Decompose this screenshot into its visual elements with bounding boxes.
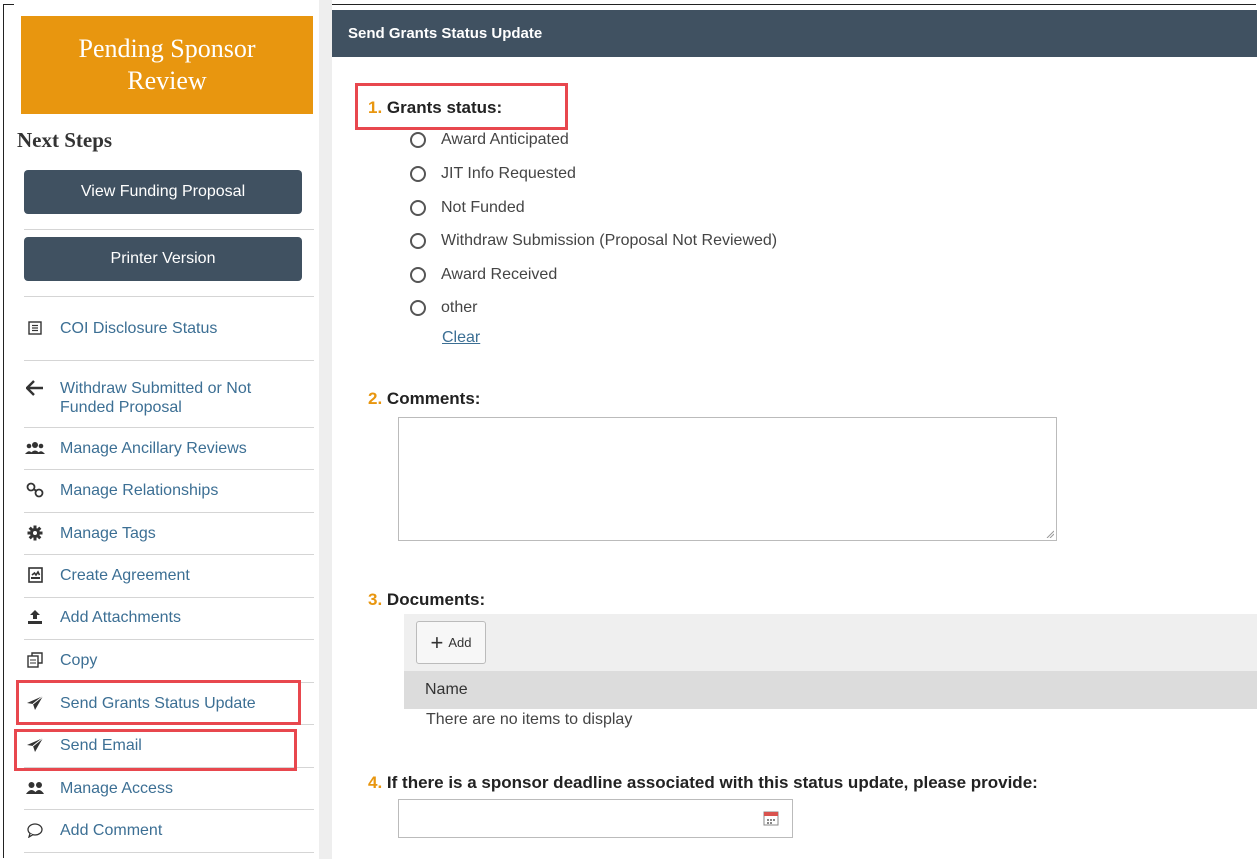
question-number: 2. bbox=[368, 389, 383, 408]
sidebar-item-label: Copy bbox=[60, 651, 98, 669]
comments-textarea[interactable] bbox=[398, 417, 1057, 541]
question-number: 3. bbox=[368, 590, 383, 609]
sidebar-item-label: Manage Tags bbox=[60, 524, 156, 542]
users-icon bbox=[24, 441, 46, 455]
question-number: 4. bbox=[368, 773, 383, 792]
gear-icon bbox=[24, 525, 46, 541]
sidebar-item-add-comment[interactable]: Add Comment bbox=[24, 818, 314, 842]
resize-grip-icon[interactable] bbox=[1046, 530, 1054, 538]
panel-divider bbox=[319, 0, 332, 859]
question-text: If there is a sponsor deadline associate… bbox=[386, 773, 1038, 792]
column-name: Name bbox=[425, 681, 468, 698]
sidebar-item-manage-access[interactable]: Manage Access bbox=[24, 776, 314, 800]
radio-label: Not Funded bbox=[441, 199, 525, 216]
arrow-left-icon bbox=[24, 380, 46, 396]
sidebar-item-coi-disclosure-status[interactable]: COI Disclosure Status bbox=[24, 316, 314, 340]
radio-label: Withdraw Submission (Proposal Not Review… bbox=[441, 232, 778, 249]
sidebar-item-label: Manage Relationships bbox=[60, 481, 219, 499]
add-label: Add bbox=[448, 635, 472, 650]
divider bbox=[24, 512, 314, 513]
sidebar-item-label: Manage Access bbox=[60, 779, 173, 797]
radio-option[interactable]: Withdraw Submission (Proposal Not Review… bbox=[410, 232, 777, 250]
plus-icon: + bbox=[430, 629, 444, 655]
copy-icon bbox=[24, 652, 46, 668]
divider bbox=[24, 554, 314, 555]
upload-icon bbox=[24, 609, 46, 625]
calendar-icon[interactable] bbox=[763, 810, 779, 826]
clear-link[interactable]: Clear bbox=[442, 329, 480, 347]
list-icon bbox=[24, 321, 46, 335]
radio-circle[interactable] bbox=[410, 267, 426, 283]
divider bbox=[24, 597, 314, 598]
radio-option[interactable]: JIT Info Requested bbox=[410, 165, 576, 183]
highlight-box bbox=[16, 680, 301, 725]
divider bbox=[24, 639, 314, 640]
people-icon bbox=[24, 781, 46, 795]
radio-circle[interactable] bbox=[410, 300, 426, 316]
sidebar-item-copy[interactable]: Copy bbox=[24, 648, 314, 672]
sidebar-item-label: Add Comment bbox=[60, 821, 163, 839]
sidebar-item-label: Manage Ancillary Reviews bbox=[60, 439, 247, 457]
sidebar-item-label: Create Agreement bbox=[60, 566, 190, 584]
divider bbox=[24, 809, 314, 810]
state-label: Pending Sponsor Review bbox=[78, 34, 256, 95]
view-funding-proposal-button[interactable]: View Funding Proposal bbox=[24, 170, 302, 214]
form-title-bar: Send Grants Status Update bbox=[332, 10, 1257, 57]
comment-icon bbox=[24, 822, 46, 838]
agreement-icon bbox=[24, 567, 46, 583]
radio-option[interactable]: other bbox=[410, 299, 477, 317]
divider bbox=[24, 229, 314, 230]
divider bbox=[24, 852, 314, 853]
sidebar-item-manage-ancillary-reviews[interactable]: Manage Ancillary Reviews bbox=[24, 436, 314, 460]
sidebar-item-withdraw-submitted[interactable]: Withdraw Submitted or Not Funded Proposa… bbox=[24, 378, 314, 418]
divider bbox=[24, 469, 314, 470]
radio-option[interactable]: Award Received bbox=[410, 266, 557, 284]
divider bbox=[24, 296, 314, 297]
sidebar-item-create-agreement[interactable]: Create Agreement bbox=[24, 563, 314, 587]
documents-column-header[interactable]: Name bbox=[404, 671, 1257, 709]
form-title: Send Grants Status Update bbox=[348, 25, 543, 42]
documents-toolbar bbox=[404, 614, 1257, 671]
sidebar-item-label: Withdraw Submitted or Not Funded Proposa… bbox=[60, 380, 252, 416]
radio-circle[interactable] bbox=[410, 200, 426, 216]
radio-label: Award Anticipated bbox=[441, 131, 569, 148]
question-3-label: 3. Documents: bbox=[368, 590, 485, 610]
highlight-box bbox=[14, 729, 297, 771]
sidebar-item-label: Add Attachments bbox=[60, 608, 181, 626]
sidebar-item-add-attachments[interactable]: Add Attachments bbox=[24, 605, 314, 629]
radio-label: JIT Info Requested bbox=[441, 165, 576, 182]
radio-circle[interactable] bbox=[410, 233, 426, 249]
question-4-label: 4. If there is a sponsor deadline associ… bbox=[368, 773, 1038, 793]
highlight-box bbox=[355, 83, 568, 130]
divider bbox=[24, 360, 314, 361]
next-steps-heading: Next Steps bbox=[17, 128, 113, 152]
sidebar-item-manage-relationships[interactable]: Manage Relationships bbox=[24, 478, 314, 502]
divider bbox=[24, 427, 314, 428]
radio-option[interactable]: Not Funded bbox=[410, 199, 525, 217]
sidebar-item-manage-tags[interactable]: Manage Tags bbox=[24, 521, 314, 545]
link-icon bbox=[24, 482, 46, 498]
radio-circle[interactable] bbox=[410, 166, 426, 182]
add-document-button[interactable]: + Add bbox=[416, 621, 486, 664]
empty-table-message: There are no items to display bbox=[426, 711, 633, 728]
deadline-date-input[interactable] bbox=[398, 799, 793, 838]
radio-label: other bbox=[441, 299, 478, 316]
question-2-label: 2. Comments: bbox=[368, 389, 480, 409]
printer-version-button[interactable]: Printer Version bbox=[24, 237, 302, 281]
question-text: Comments: bbox=[386, 389, 481, 408]
radio-label: Award Received bbox=[441, 266, 558, 283]
sidebar-item-label: COI Disclosure Status bbox=[60, 319, 218, 337]
radio-circle[interactable] bbox=[410, 132, 426, 148]
radio-option[interactable]: Award Anticipated bbox=[410, 131, 569, 149]
state-banner: Pending Sponsor Review bbox=[21, 16, 313, 114]
question-text: Documents: bbox=[386, 590, 486, 609]
